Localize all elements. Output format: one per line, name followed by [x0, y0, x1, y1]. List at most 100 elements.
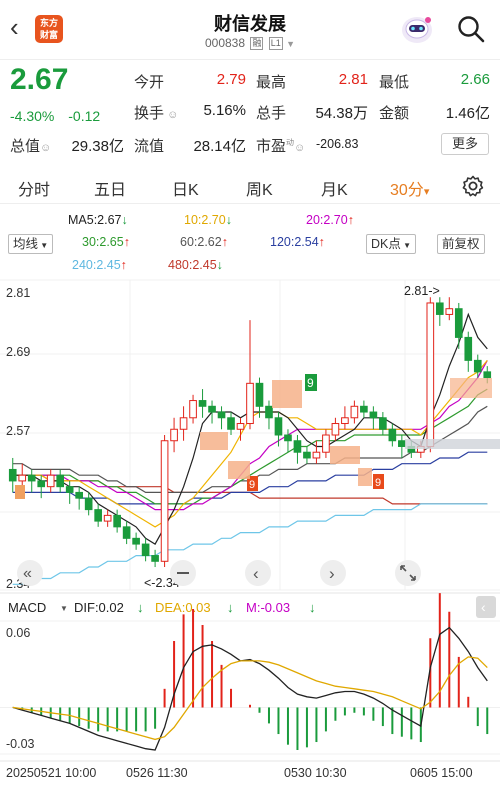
more-button[interactable]: 更多	[441, 133, 489, 155]
tab-five-day[interactable]: 五日	[94, 176, 126, 200]
ma-type-select[interactable]: 均线 ▼	[8, 234, 54, 254]
dk-label: DK点	[371, 237, 401, 251]
tab-weekly-k[interactable]: 周K	[246, 176, 273, 200]
arrow-down-icon: ↓	[216, 258, 223, 272]
macd-dea: DEA:0.03	[155, 600, 211, 615]
candle	[37, 480, 46, 488]
float-value: 28.14亿	[193, 138, 246, 155]
candle	[398, 440, 406, 447]
open-value: 2.79	[216, 71, 246, 88]
gear-icon[interactable]	[461, 174, 485, 203]
arrow-up-icon: ↑	[318, 235, 325, 249]
double-left-icon: «	[23, 565, 32, 582]
candle	[483, 371, 492, 379]
candle	[312, 451, 321, 459]
candle	[464, 336, 473, 361]
candle	[236, 423, 245, 430]
candle	[274, 417, 283, 436]
ma60-legend: 60:2.62↑	[180, 235, 228, 249]
mktcap-label: 总值☺	[10, 135, 51, 156]
candle	[132, 537, 140, 545]
pe-label: 市盈动☺	[256, 135, 305, 156]
candle	[303, 451, 311, 459]
caret-down-icon[interactable]: ▼	[60, 604, 68, 613]
candle	[426, 302, 435, 447]
turnover-label: 换手 ☺	[134, 102, 178, 123]
collapse-button[interactable]	[476, 596, 496, 618]
current-price: 2.67	[10, 63, 69, 96]
adjust-select[interactable]: 前复权	[437, 234, 485, 254]
ma240-legend: 240:2.45↑	[72, 258, 127, 272]
ma10-legend: 10:2.70↓	[184, 213, 232, 227]
ma240-value: 240:2.45	[72, 258, 121, 272]
arrow-down-icon: ↓	[137, 600, 144, 615]
search-icon[interactable]	[456, 14, 486, 44]
candle	[322, 434, 330, 453]
ma30-legend: 30:2.65↑	[82, 235, 130, 249]
candle	[445, 308, 454, 315]
candle	[113, 514, 121, 528]
caret-down-icon: ▼	[400, 241, 412, 250]
candlesticks	[8, 297, 492, 568]
candle	[103, 514, 112, 522]
candle	[198, 400, 207, 407]
candle	[435, 302, 444, 315]
tab-30min[interactable]: 30分▾	[390, 176, 429, 200]
ma120-value: 120:2.54	[270, 235, 319, 249]
candle	[293, 440, 302, 453]
candle	[208, 405, 216, 413]
robot-icon[interactable]	[398, 10, 436, 48]
ma5-legend: MA5:2.67↓	[68, 213, 128, 227]
candle	[246, 382, 254, 425]
dif-line	[12, 626, 488, 751]
time-label-2: 0526 11:30	[126, 766, 188, 780]
candle	[217, 411, 226, 419]
candle	[284, 434, 292, 442]
low-label: 最低	[379, 74, 410, 91]
code-dropdown-icon[interactable]: ▼	[286, 39, 295, 49]
candle	[227, 417, 235, 430]
candle	[369, 411, 378, 419]
change-line: -4.30% -0.12	[10, 108, 100, 124]
candle	[46, 474, 55, 488]
high-value: 2.81	[338, 71, 368, 88]
chart-area[interactable]: 2.81-> <-2.34 2.81 2.69 2.57 2.34 9 9 9 …	[0, 276, 500, 791]
arrow-up-icon: ↑	[347, 213, 354, 227]
tab-daily-k[interactable]: 日K	[172, 176, 199, 200]
ma-type-label: 均线	[13, 237, 39, 251]
caret-down-icon: ▼	[38, 241, 49, 250]
arrow-down-icon: ↓	[121, 213, 128, 227]
tab-fenshi[interactable]: 分时	[18, 176, 50, 200]
expand-button[interactable]	[395, 560, 421, 586]
chevron-left-icon: ‹	[481, 599, 486, 615]
header-divider	[0, 59, 500, 60]
dk-point-select[interactable]: DK点 ▼	[366, 234, 417, 254]
y-label-top: 2.81	[6, 286, 30, 300]
arrow-down-icon: ↓	[309, 600, 316, 615]
dk-marker	[15, 485, 25, 499]
change-percent: -4.30%	[10, 108, 55, 124]
turnover-value: 5.16%	[203, 102, 246, 119]
macd-histogram	[21, 593, 489, 751]
candle	[18, 474, 27, 482]
amount-label: 金额	[379, 105, 410, 122]
tab-monthly-k[interactable]: 月K	[321, 176, 348, 200]
candle	[65, 486, 74, 493]
arrow-up-icon: ↑	[221, 235, 228, 249]
dk-cluster	[228, 461, 250, 479]
candle	[388, 428, 397, 442]
mktcap-value: 29.38亿	[71, 138, 124, 155]
macd-name: MACD	[8, 600, 46, 615]
dk-cluster	[272, 380, 302, 408]
tab-30min-label: 30分	[390, 182, 424, 199]
dk-marker-label-green: 9	[307, 376, 314, 390]
candle	[27, 474, 36, 482]
candle	[473, 359, 482, 373]
level-badge: L1	[268, 37, 283, 50]
high-marker: 2.81->	[404, 284, 440, 298]
time-label-1: 20250521 10:00	[6, 766, 96, 780]
top-bar: ‹ 东方财富 财信发展 000838 融 L1 ▼	[0, 0, 500, 60]
change-amount: -0.12	[68, 108, 101, 124]
macd-lines	[12, 626, 488, 751]
arrow-up-icon: ↑	[123, 235, 130, 249]
